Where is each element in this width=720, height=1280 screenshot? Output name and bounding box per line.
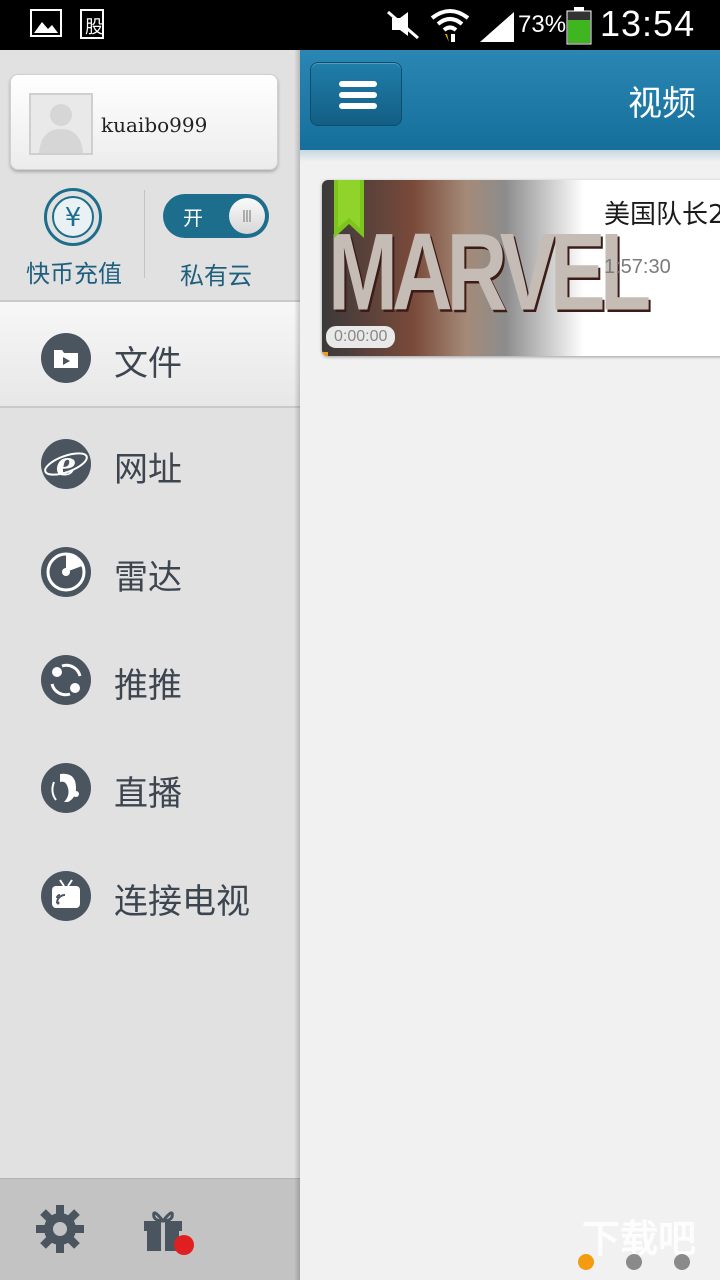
private-cloud-label: 私有云: [180, 262, 252, 290]
yuan-coin-icon: ¥: [44, 188, 102, 246]
divider: [144, 190, 145, 278]
page-title: 视频: [628, 84, 696, 124]
sidebar-item-urls[interactable]: e 网址: [0, 408, 300, 516]
page-dot[interactable]: [626, 1254, 642, 1270]
menu-toggle-button[interactable]: [310, 62, 402, 126]
battery-icon: [566, 7, 592, 49]
recharge-button[interactable]: ¥ 快币充值: [14, 188, 134, 288]
live-icon: [40, 762, 92, 814]
sidebar-item-radar[interactable]: 雷达: [0, 516, 300, 624]
main-panel: 视频 MARVEL 0:00:00 美国队长2 1:57:30 下载吧: [300, 50, 720, 1280]
browser-icon: e: [40, 438, 92, 490]
stock-icon: 股: [80, 9, 110, 45]
top-bar: 视频: [300, 50, 720, 150]
signal-icon: [478, 10, 516, 46]
page-indicator: [578, 1254, 698, 1274]
avatar: [29, 93, 93, 155]
bookmark-icon: [334, 180, 364, 238]
sidebar-item-label: 推推: [114, 666, 182, 706]
video-duration: 1:57:30: [604, 256, 671, 278]
sidebar-footer: [0, 1178, 300, 1280]
video-card[interactable]: MARVEL 0:00:00 美国队长2 1:57:30: [322, 180, 720, 356]
sidebar-item-push[interactable]: 推推: [0, 624, 300, 732]
private-cloud: 开 私有云: [158, 188, 278, 290]
svg-text:e: e: [56, 445, 76, 483]
sidebar-item-files[interactable]: 文件: [0, 300, 300, 408]
wifi-icon: [430, 6, 470, 48]
radar-icon: [40, 546, 92, 598]
private-cloud-toggle[interactable]: 开: [163, 194, 269, 238]
video-thumbnail[interactable]: MARVEL 0:00:00: [322, 180, 651, 356]
sidebar: kuaibo999 ¥ 快币充值 开 私有云 文件 e 网址 雷达 推推 直播 …: [0, 50, 300, 1280]
clock: 13:54: [600, 3, 696, 44]
gift-icon[interactable]: [140, 1203, 198, 1261]
playback-position: 0:00:00: [326, 326, 396, 348]
sidebar-item-label: 连接电视: [114, 882, 250, 922]
username: kuaibo999: [101, 113, 208, 137]
sidebar-item-connect-tv[interactable]: 连接电视: [0, 840, 300, 948]
quick-actions: ¥ 快币充值 开 私有云: [0, 180, 300, 300]
user-profile-card[interactable]: kuaibo999: [10, 74, 278, 170]
toggle-label: 开: [183, 206, 203, 230]
playback-progress: [322, 352, 328, 356]
thumbnail-logo-text: MARVEL: [328, 210, 651, 333]
page-dot[interactable]: [578, 1254, 594, 1270]
sidebar-item-label: 直播: [114, 774, 182, 814]
share-people-icon: [40, 654, 92, 706]
tv-cast-icon: [40, 870, 92, 922]
page-dot[interactable]: [674, 1254, 690, 1270]
folder-video-icon: [40, 332, 92, 384]
status-bar: 股 73% 13:54: [0, 0, 720, 50]
toggle-knob: [229, 198, 265, 234]
sidebar-item-label: 雷达: [114, 558, 182, 598]
svg-text:股: 股: [85, 17, 103, 38]
sidebar-menu: 文件 e 网址 雷达 推推 直播 连接电视: [0, 300, 300, 948]
svg-text:¥: ¥: [65, 203, 82, 233]
sidebar-item-label: 网址: [114, 450, 182, 490]
mute-icon: [386, 8, 420, 44]
sidebar-item-label: 文件: [114, 344, 182, 384]
gallery-icon: [30, 9, 62, 41]
topbar-shadow: [300, 150, 720, 162]
sidebar-item-live[interactable]: 直播: [0, 732, 300, 840]
settings-icon[interactable]: [34, 1203, 86, 1255]
recharge-label: 快币充值: [26, 260, 122, 288]
battery-percent: 73%: [518, 11, 567, 38]
video-title: 美国队长2: [604, 200, 720, 230]
